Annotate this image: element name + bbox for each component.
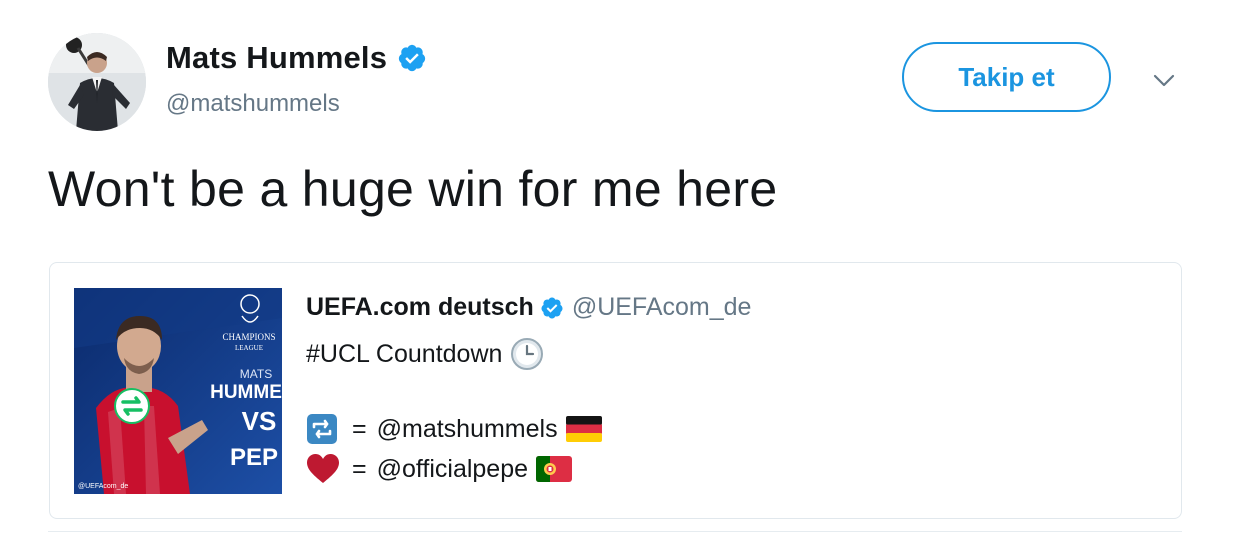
image-text-league: LEAGUE xyxy=(235,344,263,352)
mention-matshummels[interactable]: @matshummels xyxy=(377,415,558,444)
quoted-tweet-hashtag-text[interactable]: #UCL Countdown xyxy=(306,340,502,369)
follow-button[interactable]: Takip et xyxy=(902,42,1111,112)
heart-emoji-icon xyxy=(307,454,339,483)
verified-badge-icon xyxy=(541,297,563,318)
chevron-down-icon[interactable] xyxy=(1150,66,1178,94)
quoted-author-handle[interactable]: @UEFAcom_de xyxy=(572,293,752,322)
author-avatar[interactable] xyxy=(48,33,146,131)
image-watermark: @UEFAcom_de xyxy=(78,483,128,490)
divider xyxy=(48,531,1182,532)
quoted-author-display-name[interactable]: UEFA.com deutsch xyxy=(306,293,534,322)
quoted-tweet-line-like: = @officialpepe xyxy=(306,453,580,485)
germany-flag-icon xyxy=(565,416,602,442)
clock-icon xyxy=(511,338,544,370)
quoted-tweet-line-retweet: = @matshummels xyxy=(306,413,610,445)
ucl-countdown-graphic: CHAMPIONS LEAGUE MATS HUMME VS PEP @UEFA… xyxy=(74,288,282,494)
avatar-photo xyxy=(48,33,146,131)
image-text-pepe: PEP xyxy=(230,444,278,471)
image-text-champions: CHAMPIONS xyxy=(222,332,275,342)
equals-sign: = xyxy=(352,414,367,443)
author-display-name[interactable]: Mats Hummels xyxy=(166,40,387,76)
equals-sign: = xyxy=(352,454,367,483)
portugal-flag-icon xyxy=(536,456,573,482)
quoted-tweet-card[interactable]: CHAMPIONS LEAGUE MATS HUMME VS PEP @UEFA… xyxy=(49,262,1182,519)
author-name-row: Mats Hummels xyxy=(166,40,427,76)
retweet-emoji-icon xyxy=(307,414,337,444)
image-text-vs: VS xyxy=(242,406,277,436)
tweet-text: Won't be a huge win for me here xyxy=(48,161,778,217)
quoted-tweet-line-countdown: #UCL Countdown xyxy=(306,337,552,371)
mention-officialpepe[interactable]: @officialpepe xyxy=(377,455,528,484)
image-text-hummels: HUMME xyxy=(210,382,282,403)
author-handle[interactable]: @matshummels xyxy=(166,90,340,118)
verified-badge-icon xyxy=(399,44,426,72)
image-text-mats: MATS xyxy=(240,367,272,381)
quoted-tweet-image[interactable]: CHAMPIONS LEAGUE MATS HUMME VS PEP @UEFA… xyxy=(74,288,282,494)
quoted-tweet-header: UEFA.com deutsch @UEFAcom_de xyxy=(306,293,751,322)
